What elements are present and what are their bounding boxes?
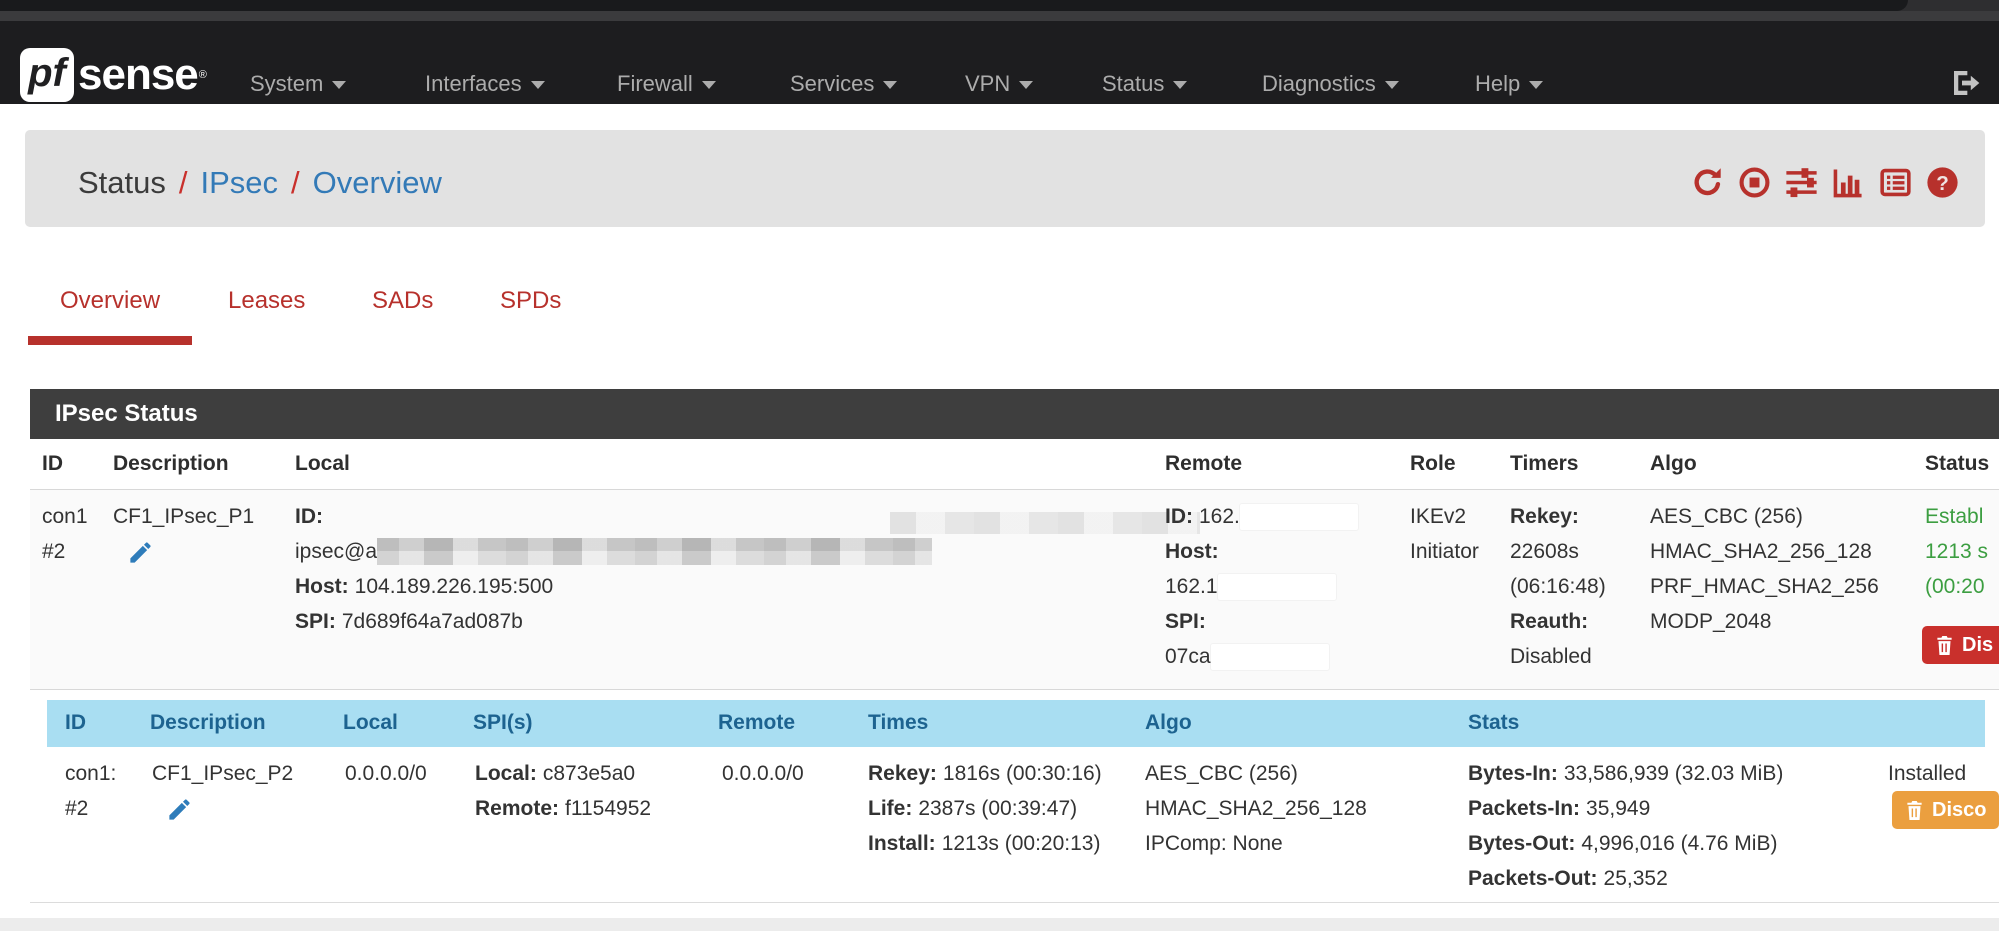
chevron-down-icon [1173, 81, 1187, 89]
redacted-area [1211, 644, 1329, 670]
chevron-down-icon [332, 81, 346, 89]
tab-spds[interactable]: SPDs [500, 287, 561, 315]
disconnect-p1-button[interactable]: Dis [1922, 626, 1999, 664]
redacted-blur [377, 538, 932, 565]
cell-description: CF1_IPsec_P2 [152, 756, 293, 823]
nav-services[interactable]: Services [790, 71, 897, 97]
tab-overview[interactable]: Overview [60, 287, 160, 315]
window-top-strip [0, 11, 1999, 21]
phase1-header-row: ID Description Local Remote Role Timers … [30, 439, 1999, 490]
phase2-row: con1:#2 CF1_IPsec_P2 0.0.0.0/0 Local:c87… [30, 747, 1999, 903]
page-action-icons: ? [1691, 130, 1959, 227]
panel-title: IPsec Status [55, 400, 198, 428]
col-local: Local [343, 711, 398, 735]
nav-status[interactable]: Status [1102, 71, 1187, 97]
bar-chart-icon[interactable] [1832, 166, 1865, 199]
pf-logo-box: pf [20, 48, 74, 102]
pf-logo-text: pf [28, 51, 66, 96]
cell-times: Rekey:1816s (00:30:16) Life:2387s (00:39… [868, 756, 1102, 861]
page-bottom-background [0, 918, 1999, 931]
cell-status: Installed [1888, 756, 1966, 791]
window-corner [0, 0, 1908, 11]
col-algo: Algo [1650, 452, 1697, 476]
cell-timers: Rekey: 22608s (06:16:48) Reauth: Disable… [1510, 499, 1606, 674]
chevron-down-icon [1019, 81, 1033, 89]
log-list-icon[interactable] [1879, 166, 1912, 199]
col-remote: Remote [718, 711, 795, 735]
panel-header: IPsec Status [30, 389, 1999, 439]
nav-diagnostics[interactable]: Diagnostics [1262, 71, 1399, 97]
svg-text:?: ? [1936, 172, 1949, 195]
cell-local: ID: ipsec@a Host:104.189.226.195:500 SPI… [295, 499, 932, 639]
redacted-area [1240, 504, 1358, 530]
active-tab-underline [28, 336, 192, 345]
breadcrumb: Status / IPsec / Overview [78, 130, 442, 227]
breadcrumb-separator: / [179, 165, 188, 201]
cell-stats: Bytes-In:33,586,939 (32.03 MiB) Packets-… [1468, 756, 1783, 896]
edit-pencil-icon[interactable] [127, 539, 154, 566]
top-navbar: pf sense ® COMMUNITY EDITION System Inte… [0, 21, 1999, 104]
col-algo: Algo [1145, 711, 1192, 735]
col-status: Status [1925, 452, 1989, 476]
help-icon[interactable]: ? [1926, 166, 1959, 199]
cell-role: IKEv2Initiator [1410, 499, 1479, 569]
nav-help[interactable]: Help [1475, 71, 1543, 97]
nav-firewall[interactable]: Firewall [617, 71, 716, 97]
window-top-edge [0, 0, 1999, 11]
stop-icon[interactable] [1738, 166, 1771, 199]
chevron-down-icon [1529, 81, 1543, 89]
nav-interfaces[interactable]: Interfaces [425, 71, 545, 97]
edit-pencil-icon[interactable] [166, 796, 193, 823]
breadcrumb-bar: Status / IPsec / Overview ? [25, 130, 1985, 227]
col-description: Description [150, 711, 266, 735]
community-edition-label: COMMUNITY EDITION [21, 105, 205, 121]
breadcrumb-overview-link[interactable]: Overview [313, 165, 442, 201]
redacted-area [1218, 574, 1336, 600]
nav-system[interactable]: System [250, 71, 346, 97]
col-role: Role [1410, 452, 1456, 476]
refresh-icon[interactable] [1691, 166, 1724, 199]
breadcrumb-status: Status [78, 165, 166, 201]
breadcrumb-ipsec-link[interactable]: IPsec [201, 165, 279, 201]
nav-vpn[interactable]: VPN [965, 71, 1033, 97]
col-id: ID [42, 452, 63, 476]
phase1-row: con1#2 CF1_IPsec_P1 ID: ipsec@a Host:104… [30, 490, 1999, 690]
sign-out-icon[interactable] [1950, 67, 1982, 99]
col-id: ID [65, 711, 86, 735]
sense-logo-text: sense [78, 50, 198, 100]
col-description: Description [113, 452, 229, 476]
chevron-down-icon [883, 81, 897, 89]
col-spis: SPI(s) [473, 711, 533, 735]
sliders-icon[interactable] [1785, 166, 1818, 199]
disconnect-p2-button[interactable]: Disco [1892, 791, 1999, 829]
col-remote: Remote [1165, 452, 1242, 476]
redacted-blur [890, 512, 1200, 534]
col-stats: Stats [1468, 711, 1519, 735]
chevron-down-icon [531, 81, 545, 89]
cell-algo: AES_CBC (256) HMAC_SHA2_256_128 IPComp: … [1145, 756, 1367, 861]
cell-local: 0.0.0.0/0 [345, 756, 427, 791]
cell-remote: ID:162. Host: 162.1 SPI: 07ca [1165, 499, 1358, 674]
cell-status: Establ 1213 s (00:20 [1925, 499, 1988, 604]
cell-id: con1#2 [42, 499, 88, 569]
col-times: Times [868, 711, 928, 735]
cell-id: con1:#2 [65, 756, 116, 826]
cell-remote: 0.0.0.0/0 [722, 756, 804, 791]
chevron-down-icon [1385, 81, 1399, 89]
col-timers: Timers [1510, 452, 1579, 476]
breadcrumb-separator: / [291, 165, 300, 201]
cell-spis: Local:c873e5a0 Remote:f1154952 [475, 756, 651, 826]
registered-mark: ® [199, 69, 207, 81]
tab-leases[interactable]: Leases [228, 287, 305, 315]
chevron-down-icon [702, 81, 716, 89]
tab-sads[interactable]: SADs [372, 287, 433, 315]
pfsense-logo[interactable]: pf sense ® [20, 48, 207, 102]
phase2-header-row: ID Description Local SPI(s) Remote Times… [47, 700, 1985, 747]
cell-algo: AES_CBC (256) HMAC_SHA2_256_128 PRF_HMAC… [1650, 499, 1879, 639]
cell-description: CF1_IPsec_P1 [113, 499, 254, 566]
col-local: Local [295, 452, 350, 476]
ipsec-status-panel: IPsec Status ID Description Local Remote… [30, 389, 1999, 918]
